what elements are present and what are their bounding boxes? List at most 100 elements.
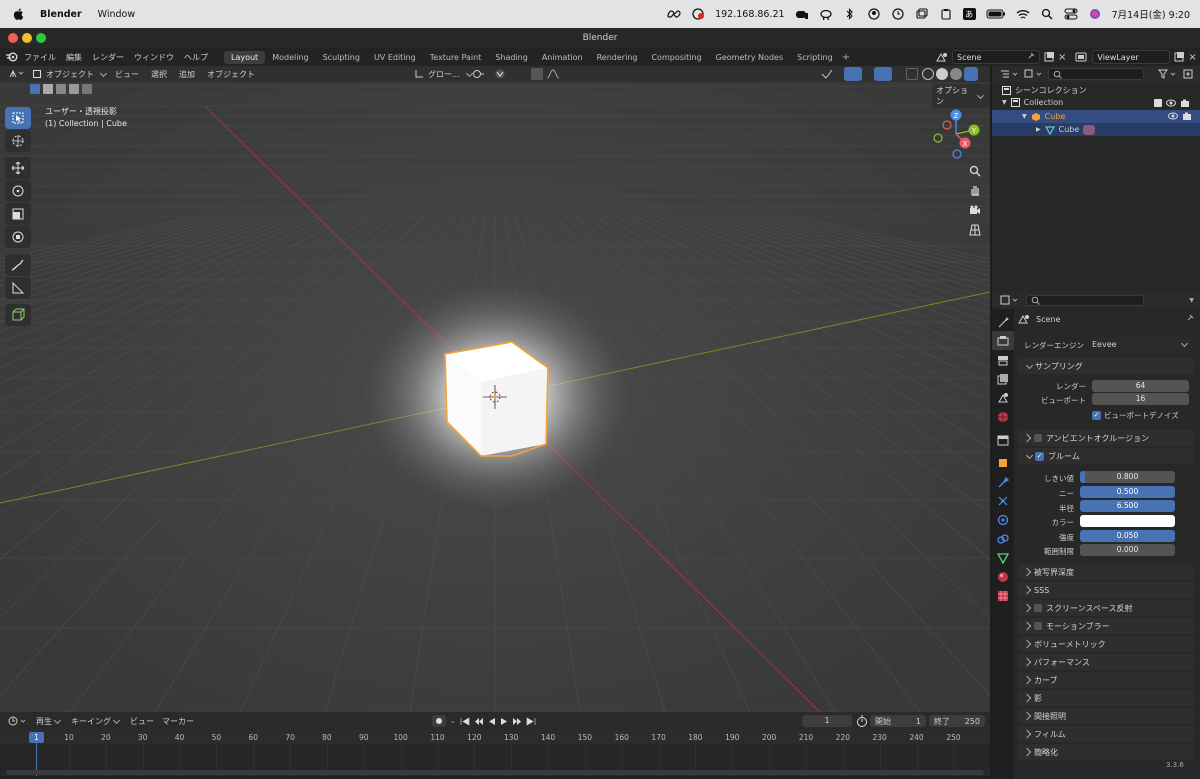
add-workspace-button[interactable]: + — [842, 52, 850, 63]
data-tab-icon[interactable] — [992, 548, 1014, 567]
topbar-menu-item[interactable]: 編集 — [66, 52, 82, 63]
material-shading-button[interactable] — [950, 68, 962, 80]
select-invert-button[interactable] — [82, 84, 92, 94]
world-tab-icon[interactable] — [992, 407, 1014, 426]
timeline-menu-item[interactable]: 再生 — [36, 716, 63, 727]
bloom-checkbox[interactable]: ✓ — [1035, 451, 1044, 461]
outliner-row-scene-collection[interactable]: シーンコレクション — [1002, 85, 1087, 96]
workspace-tab[interactable]: UV Editing — [367, 51, 423, 64]
bloom-knee-slider[interactable]: 0.500 — [1080, 486, 1175, 498]
particles-tab-icon[interactable] — [992, 491, 1014, 510]
select-extend-button[interactable] — [43, 84, 53, 94]
bloom-threshold-field[interactable]: 0.800 — [1080, 471, 1175, 483]
workspace-tab[interactable]: Shading — [488, 51, 535, 64]
elephant-icon[interactable] — [795, 8, 809, 20]
siri-icon[interactable] — [1088, 8, 1102, 20]
blender-logo-icon[interactable] — [6, 52, 18, 62]
camera-icon[interactable] — [1182, 112, 1192, 122]
rendered-shading-button[interactable] — [964, 67, 978, 81]
outliner-editor-icon[interactable] — [1000, 69, 1020, 79]
property-section-header[interactable]: SSS — [1018, 582, 1194, 598]
visibility-icon[interactable] — [820, 68, 842, 82]
timeline-menu-item[interactable]: マーカー — [162, 716, 194, 727]
eye-icon[interactable] — [1166, 99, 1176, 107]
outliner-row-cube-mesh[interactable]: ▶ Cube — [992, 123, 1200, 136]
topbar-menu-item[interactable]: レンダー — [92, 52, 124, 63]
xray-toggle-button[interactable] — [906, 68, 918, 80]
viewport-menu-item[interactable]: ビュー — [115, 69, 139, 80]
timeline-editor-icon[interactable] — [8, 716, 28, 726]
eye-icon[interactable] — [1168, 112, 1178, 122]
output-tab-icon[interactable] — [992, 350, 1014, 369]
options-dropdown[interactable]: オプション — [932, 84, 990, 108]
object-tab-icon[interactable] — [992, 453, 1014, 472]
physics-tab-icon[interactable] — [992, 510, 1014, 529]
minimize-window-button[interactable] — [22, 33, 32, 43]
add-cube-tool[interactable] — [5, 304, 31, 326]
bloom-section-header[interactable]: ✓ ブルーム — [1018, 448, 1194, 464]
viewport-scene[interactable] — [0, 66, 990, 712]
topbar-menu-item[interactable]: ヘルプ — [184, 52, 208, 63]
control-center-icon[interactable] — [1064, 8, 1078, 20]
play-icon[interactable] — [500, 717, 508, 726]
ime-icon[interactable]: あ — [962, 8, 976, 20]
current-frame-field[interactable]: 1 — [802, 715, 852, 727]
expand-arrow-icon[interactable]: ▼ — [1002, 99, 1007, 106]
view-layer-icon[interactable] — [1075, 51, 1089, 63]
topbar-menu-item[interactable]: ウィンドウ — [134, 52, 174, 63]
falloff-icon[interactable] — [546, 69, 560, 81]
playhead-handle[interactable]: 1 — [29, 732, 44, 743]
wifi-icon[interactable] — [1016, 8, 1030, 20]
property-section-header[interactable]: ボリューメトリック — [1018, 636, 1194, 652]
timeline-menu-item[interactable]: キーイング — [71, 716, 122, 727]
workspace-tab[interactable]: Modeling — [265, 51, 315, 64]
select-box-tool[interactable] — [5, 107, 31, 129]
material-tab-icon[interactable] — [992, 567, 1014, 586]
ao-section-header[interactable]: アンビエントオクルージョン — [1018, 430, 1194, 446]
user-circle-icon[interactable] — [867, 8, 881, 20]
view-layer-selector[interactable]: ViewLayer — [1092, 50, 1171, 64]
zoom-icon[interactable] — [965, 161, 985, 181]
workspace-tab[interactable]: Sculpting — [316, 51, 367, 64]
proportional-edit-toggle[interactable] — [531, 68, 543, 80]
property-section-header[interactable]: 被写界深度 — [1018, 564, 1194, 580]
transform-tool[interactable] — [5, 226, 31, 248]
property-section-header[interactable]: 間接照明 — [1018, 708, 1194, 724]
exclude-checkbox[interactable] — [1154, 98, 1162, 107]
next-keyframe-icon[interactable] — [512, 717, 522, 726]
stopwatch-icon[interactable] — [856, 715, 868, 729]
property-section-header[interactable]: 影 — [1018, 690, 1194, 706]
overlay-toggle-button[interactable] — [874, 67, 892, 81]
jump-start-icon[interactable] — [460, 716, 470, 726]
section-checkbox[interactable] — [1034, 622, 1042, 630]
annotate-tool[interactable] — [5, 254, 31, 276]
bloom-clamp-field[interactable]: 0.000 — [1080, 544, 1175, 556]
collapse-arrow-icon[interactable]: ▶ — [1036, 126, 1041, 133]
prev-keyframe-icon[interactable] — [474, 717, 484, 726]
camera-view-icon[interactable] — [965, 200, 985, 220]
select-intersect-button[interactable] — [69, 84, 79, 94]
view-layer-tab-icon[interactable] — [992, 369, 1014, 388]
render-engine-dropdown[interactable]: Eevee — [1088, 337, 1194, 351]
scene-tab-icon[interactable] — [992, 388, 1014, 407]
property-section-header[interactable]: スクリーンスペース反射 — [1018, 600, 1194, 616]
topbar-menu-item[interactable]: ファイル — [24, 52, 56, 63]
snap-icon[interactable] — [494, 68, 524, 82]
jump-end-icon[interactable] — [526, 716, 536, 726]
filter-icon[interactable] — [1158, 69, 1178, 79]
sheep-icon[interactable] — [819, 8, 833, 20]
render-tab-icon[interactable] — [992, 331, 1014, 350]
workspace-tab[interactable]: Geometry Nodes — [709, 51, 790, 64]
texture-tab-icon[interactable] — [992, 586, 1014, 605]
delete-scene-icon[interactable]: × — [1058, 52, 1066, 63]
select-subtract-button[interactable] — [56, 84, 66, 94]
display-mode-icon[interactable] — [1024, 69, 1044, 79]
viewport-denoise-checkbox[interactable]: ✓ ビューポートデノイズ — [1092, 410, 1179, 421]
property-section-header[interactable]: モーションブラー — [1018, 618, 1194, 634]
workspace-tab[interactable]: Animation — [535, 51, 590, 64]
timeline-scrollbar[interactable] — [6, 770, 984, 775]
pivot-icon[interactable] — [472, 69, 490, 81]
properties-editor-icon[interactable] — [1000, 295, 1020, 305]
scale-tool[interactable] — [5, 203, 31, 225]
collection-tab-icon[interactable] — [992, 430, 1014, 449]
